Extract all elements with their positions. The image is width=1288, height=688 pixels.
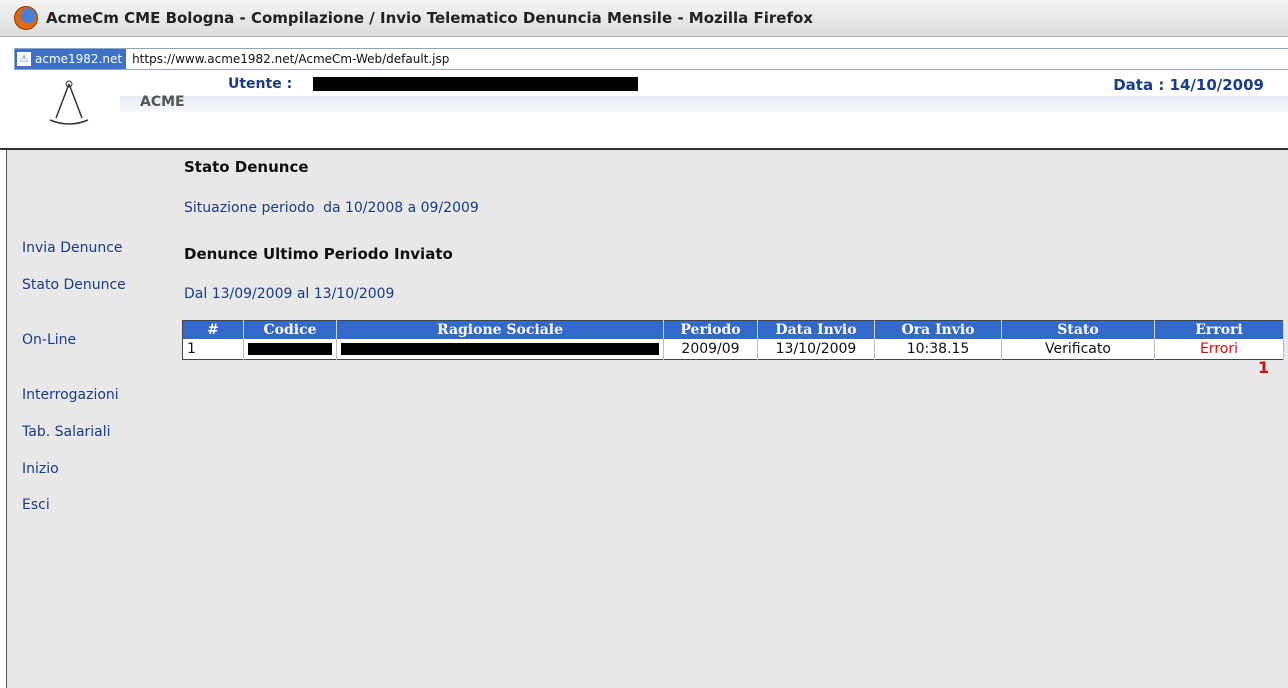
annotation-number: 1 [1258, 358, 1270, 377]
row-number: 1 [182, 339, 244, 360]
ora-invio-cell: 10:38.15 [874, 339, 1002, 360]
column-header-ora-invio: Ora Invio [874, 320, 1002, 339]
sidebar-item-esci[interactable]: Esci [22, 497, 50, 513]
situazione-periodo: Situazione periodo da 10/2008 a 09/2009 [184, 200, 479, 216]
site-identity-button[interactable]: ⚠ acme1982.net [15, 49, 127, 69]
column-header-data-invio: Data Invio [757, 320, 875, 339]
page-title: Stato Denunce [184, 158, 309, 176]
column-header-periodo: Periodo [663, 320, 758, 339]
redacted-ragione-sociale [336, 339, 664, 360]
window-titlebar: AcmeCm CME Bologna - Compilazione / Invi… [0, 0, 1288, 37]
main-content: Stato Denunce Situazione periodo da 10/2… [174, 150, 1288, 688]
sidebar-item-stato-denunce[interactable]: Stato Denunce [22, 277, 126, 293]
address-bar[interactable]: ⚠ acme1982.net https://www.acme1982.net/… [14, 48, 1288, 70]
sidebar-item-inizio[interactable]: Inizio [22, 461, 59, 477]
site-name: acme1982.net [35, 52, 123, 66]
url-field[interactable]: https://www.acme1982.net/AcmeCm-Web/defa… [132, 52, 449, 66]
situazione-value: da 10/2008 a 09/2009 [323, 200, 479, 216]
sidebar-item-interrogazioni[interactable]: Interrogazioni [22, 387, 119, 403]
acme-banner [120, 96, 1288, 112]
section-title: Denunce Ultimo Periodo Inviato [184, 245, 453, 263]
column-header-errori: Errori [1154, 320, 1284, 339]
table-row: 1 2009/09 13/10/2009 10:38.15 Verificato… [182, 339, 1284, 360]
firefox-icon [14, 6, 38, 30]
sidebar-item-invia-denunce[interactable]: Invia Denunce [22, 240, 123, 256]
redacted-username [313, 77, 638, 91]
date-range: Dal 13/09/2009 al 13/10/2009 [184, 286, 395, 302]
errori-link[interactable]: Errori [1200, 341, 1238, 357]
periodo-cell: 2009/09 [663, 339, 758, 360]
redacted-codice [243, 339, 337, 360]
sidebar-item-tab-salariali[interactable]: Tab. Salariali [22, 424, 111, 440]
column-header-stato: Stato [1001, 320, 1155, 339]
column-header-ragione-sociale: Ragione Sociale [336, 320, 664, 339]
column-header-codice: Codice [243, 320, 337, 339]
stato-cell: Verificato [1001, 339, 1155, 360]
sidebar-item-on-line[interactable]: On-Line [22, 332, 76, 348]
column-header-num: # [182, 320, 244, 339]
date-label: Data : 14/10/2009 [1113, 76, 1264, 94]
acme-label: ACME [140, 94, 185, 110]
site-icon: ⚠ [17, 52, 31, 66]
data-invio-cell: 13/10/2009 [757, 339, 875, 360]
window-title: AcmeCm CME Bologna - Compilazione / Invi… [46, 9, 813, 27]
compass-logo-icon [49, 80, 89, 125]
table-header-row: # Codice Ragione Sociale Periodo Data In… [182, 320, 1284, 339]
situazione-label: Situazione periodo [184, 200, 315, 216]
errori-cell: Errori [1154, 339, 1284, 360]
page-header: ACME Utente : Data : 14/10/2009 [0, 70, 1288, 148]
sidebar: Invia Denunce Stato Denunce On-Line Inte… [6, 150, 175, 688]
utente-label: Utente : [228, 76, 293, 92]
denunce-table: # Codice Ragione Sociale Periodo Data In… [182, 320, 1284, 360]
